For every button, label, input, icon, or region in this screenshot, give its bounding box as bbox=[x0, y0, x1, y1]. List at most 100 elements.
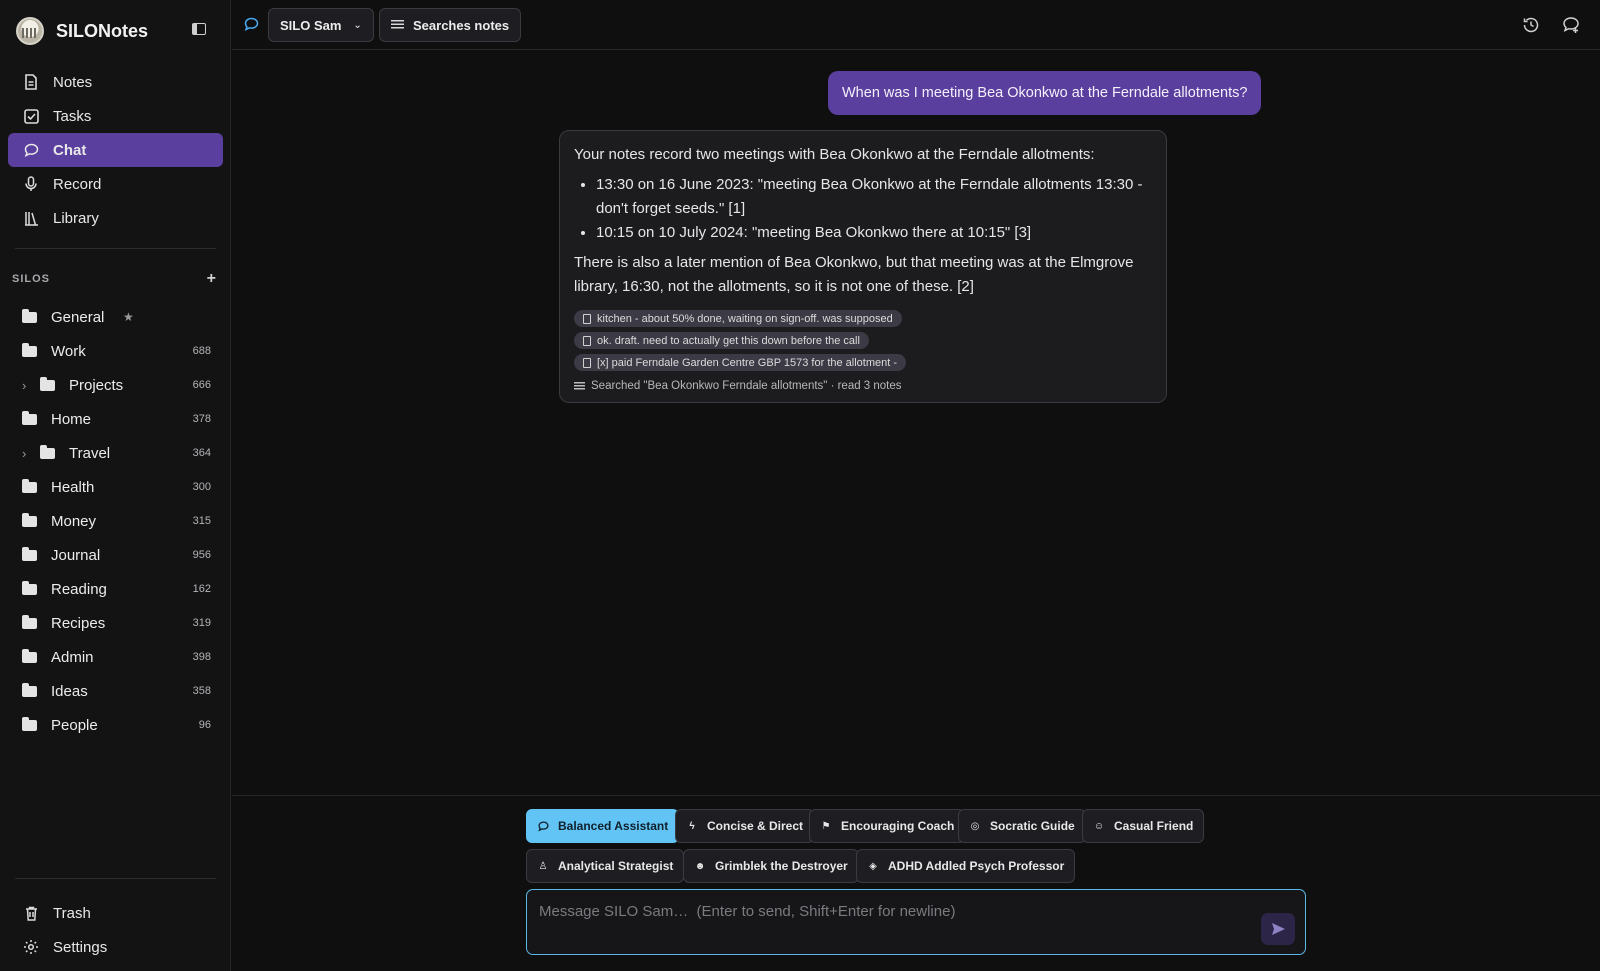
new-chat-icon[interactable] bbox=[1562, 16, 1580, 34]
silo-item-admin[interactable]: Admin 398 bbox=[8, 640, 223, 674]
chevron-down-icon: ⌄ bbox=[353, 19, 362, 31]
persona-adhd-professor[interactable]: ◈ ADHD Addled Psych Professor bbox=[856, 849, 1076, 883]
folder-icon bbox=[22, 308, 37, 323]
document-icon bbox=[583, 357, 591, 368]
persona-socratic-guide[interactable]: ◎ Socratic Guide bbox=[958, 809, 1086, 843]
reference-label: kitchen - about 50% done, waiting on sig… bbox=[597, 312, 893, 325]
mode-label: Searches notes bbox=[413, 17, 510, 33]
trash-icon bbox=[23, 905, 39, 921]
persona-label: Balanced Assistant bbox=[558, 819, 669, 833]
silo-item-general[interactable]: General ★ bbox=[8, 300, 223, 334]
nav-label: Library bbox=[53, 209, 99, 227]
persona-encouraging-coach[interactable]: ⚑ Encouraging Coach bbox=[809, 809, 966, 843]
nav-item-chat[interactable]: Chat bbox=[8, 133, 223, 167]
message-input[interactable] bbox=[539, 900, 1239, 922]
nav-item-notes[interactable]: Notes bbox=[8, 65, 223, 99]
persona-analytical-strategist[interactable]: ♙ Analytical Strategist bbox=[526, 849, 685, 883]
chevron-right-icon[interactable]: › bbox=[22, 378, 26, 393]
silo-count: 688 bbox=[192, 345, 211, 357]
send-button[interactable] bbox=[1261, 913, 1295, 945]
silo-count: 364 bbox=[192, 447, 211, 459]
reference-label: ok. draft. need to actually get this dow… bbox=[597, 334, 860, 347]
silo-item-journal[interactable]: Journal 956 bbox=[8, 538, 223, 572]
persona-label: Analytical Strategist bbox=[558, 859, 674, 873]
gear-icon bbox=[23, 939, 39, 955]
sidebar: SILONotes Notes Tasks Chat Record Librar… bbox=[0, 0, 231, 971]
nav-item-record[interactable]: Record bbox=[8, 167, 223, 201]
folder-icon bbox=[22, 614, 37, 629]
silo-item-reading[interactable]: Reading 162 bbox=[8, 572, 223, 606]
nav-item-settings[interactable]: Settings bbox=[8, 930, 223, 964]
document-icon bbox=[583, 335, 591, 346]
search-summary-text: Searched "Bea Okonkwo Ferndale allotment… bbox=[591, 380, 902, 392]
reference-list: kitchen - about 50% done, waiting on sig… bbox=[574, 305, 1152, 371]
silo-item-people[interactable]: People 96 bbox=[8, 708, 223, 742]
add-silo-button[interactable]: + bbox=[207, 270, 216, 288]
persona-label: ADHD Addled Psych Professor bbox=[888, 859, 1065, 873]
assistant-selector[interactable]: SILO Sam ⌄ bbox=[268, 8, 374, 42]
persona-grimblek[interactable]: ☻ Grimblek the Destroyer bbox=[683, 849, 859, 883]
nav-label: Notes bbox=[53, 73, 93, 91]
reference-chip[interactable]: kitchen - about 50% done, waiting on sig… bbox=[574, 310, 902, 327]
list-item: 10:15 on 10 July 2024: "meeting Bea Okon… bbox=[596, 221, 1152, 245]
folder-icon bbox=[40, 376, 55, 391]
folder-icon bbox=[22, 682, 37, 697]
silo-label: Admin bbox=[51, 648, 94, 666]
smile-icon: ☺ bbox=[1093, 820, 1105, 832]
app-logo-icon bbox=[16, 17, 44, 45]
persona-balanced-assistant[interactable]: Balanced Assistant bbox=[526, 809, 680, 843]
silo-item-health[interactable]: Health 300 bbox=[8, 470, 223, 504]
silo-count: 315 bbox=[192, 515, 211, 527]
chevron-right-icon[interactable]: › bbox=[22, 446, 26, 461]
folder-icon bbox=[40, 444, 55, 459]
nav-item-library[interactable]: Library bbox=[8, 201, 223, 235]
sidebar-collapse-icon[interactable] bbox=[192, 23, 206, 35]
compass-icon: ◎ bbox=[970, 820, 980, 832]
nav-item-tasks[interactable]: Tasks bbox=[8, 99, 223, 133]
persona-concise-direct[interactable]: ϟ Concise & Direct bbox=[675, 809, 815, 843]
message-composer bbox=[526, 889, 1306, 955]
nav-item-trash[interactable]: Trash bbox=[8, 896, 223, 930]
skull-icon: ☻ bbox=[694, 860, 706, 872]
microphone-icon bbox=[23, 176, 39, 192]
persona-casual-friend[interactable]: ☺ Casual Friend bbox=[1082, 809, 1205, 843]
silo-item-money[interactable]: Money 315 bbox=[8, 504, 223, 538]
send-icon bbox=[1271, 923, 1285, 935]
silo-label: Reading bbox=[51, 580, 107, 598]
notes-icon bbox=[23, 74, 39, 90]
silo-label: Travel bbox=[69, 444, 111, 462]
silo-label: Ideas bbox=[51, 682, 88, 700]
folder-icon bbox=[22, 546, 37, 561]
reference-label: [x] paid Ferndale Garden Centre GBP 1573… bbox=[597, 356, 898, 369]
history-icon[interactable] bbox=[1522, 16, 1540, 34]
silo-label: Work bbox=[51, 342, 86, 360]
reference-chip[interactable]: [x] paid Ferndale Garden Centre GBP 1573… bbox=[574, 354, 907, 371]
folder-icon bbox=[22, 342, 37, 357]
tasks-icon bbox=[23, 108, 39, 124]
silo-label: Home bbox=[51, 410, 92, 428]
star-icon: ★ bbox=[123, 310, 134, 324]
silo-item-ideas[interactable]: Ideas 358 bbox=[8, 674, 223, 708]
persona-label: Encouraging Coach bbox=[841, 819, 955, 833]
search-summary: Searched "Bea Okonkwo Ferndale allotment… bbox=[574, 380, 1152, 392]
silo-count: 300 bbox=[192, 481, 211, 493]
silo-item-home[interactable]: Home 378 bbox=[8, 402, 223, 436]
silo-label: Recipes bbox=[51, 614, 106, 632]
silo-item-travel[interactable]: › Travel 364 bbox=[8, 436, 223, 470]
silo-item-work[interactable]: Work 688 bbox=[8, 334, 223, 368]
silo-count: 319 bbox=[192, 617, 211, 629]
assistant-message: Your notes record two meetings with Bea … bbox=[559, 130, 1167, 403]
reference-chip[interactable]: ok. draft. need to actually get this dow… bbox=[574, 332, 869, 349]
silo-count: 358 bbox=[192, 685, 211, 697]
silo-item-projects[interactable]: › Projects 666 bbox=[8, 368, 223, 402]
bottom-divider bbox=[15, 878, 216, 879]
user-message: When was I meeting Bea Okonkwo at the Fe… bbox=[828, 71, 1262, 115]
brand[interactable]: SILONotes bbox=[16, 16, 148, 46]
silo-label: Journal bbox=[51, 546, 101, 564]
silo-label: Projects bbox=[69, 376, 124, 394]
top-bar: SILO Sam ⌄ Searches notes bbox=[232, 0, 1600, 50]
searches-notes-pill[interactable]: Searches notes bbox=[379, 8, 522, 42]
silo-item-recipes[interactable]: Recipes 319 bbox=[8, 606, 223, 640]
nav-label: Trash bbox=[53, 904, 91, 922]
coach-icon: ⚑ bbox=[821, 820, 831, 832]
